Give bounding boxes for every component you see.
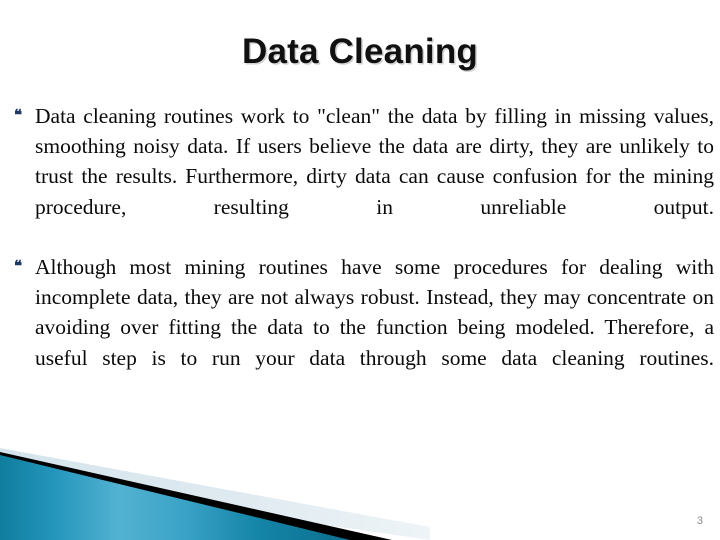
- quote-bullet-icon: ❝: [14, 259, 23, 276]
- footer-decoration: [0, 430, 720, 540]
- footer-band-teal: [0, 455, 350, 540]
- bullet-item: ❝ Although most mining routines have som…: [8, 252, 714, 403]
- page-number: 3: [696, 515, 703, 527]
- slide-canvas: Data Cleaning ❝ Data cleaning routines w…: [0, 0, 720, 540]
- bullet-item: ❝ Data cleaning routines work to "clean"…: [8, 101, 714, 252]
- footer-decoration-shapes: [0, 448, 430, 540]
- bullet-paragraph: Although most mining routines have some …: [35, 255, 714, 370]
- bullet-paragraph: Data cleaning routines work to "clean" t…: [35, 104, 714, 219]
- body-content: ❝ Data cleaning routines work to "clean"…: [8, 101, 714, 403]
- page-title: Data Cleaning: [242, 32, 478, 71]
- footer-band-pale: [0, 448, 430, 540]
- footer-band-black: [0, 452, 392, 540]
- quote-bullet-icon: ❝: [14, 108, 23, 124]
